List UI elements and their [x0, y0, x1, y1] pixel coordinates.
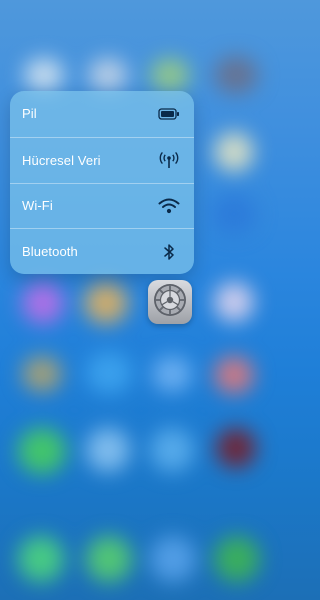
quick-action-bluetooth[interactable]: Bluetooth [10, 228, 194, 274]
quick-action-cellular-data-label: Hücresel Veri [22, 152, 101, 168]
blurred-home-screen [0, 0, 277, 600]
settings-app-icon[interactable] [148, 280, 192, 324]
quick-action-battery[interactable]: Pil [10, 91, 194, 137]
settings-gear-icon [152, 282, 188, 323]
quick-action-wifi[interactable]: Wi-Fi [10, 182, 194, 229]
bluetooth-icon [158, 243, 180, 261]
battery-icon [158, 105, 180, 123]
wifi-icon [158, 197, 180, 215]
quick-action-wifi-label: Wi-Fi [22, 198, 53, 214]
quick-action-bluetooth-label: Bluetooth [22, 244, 78, 260]
quick-action-cellular-data[interactable]: Hücresel Veri [10, 136, 194, 183]
quick-actions-menu: Pil Hücresel Veri Wi-Fi Bluetooth [10, 91, 194, 274]
cellular-antenna-icon [158, 151, 180, 169]
quick-action-battery-label: Pil [22, 106, 37, 122]
